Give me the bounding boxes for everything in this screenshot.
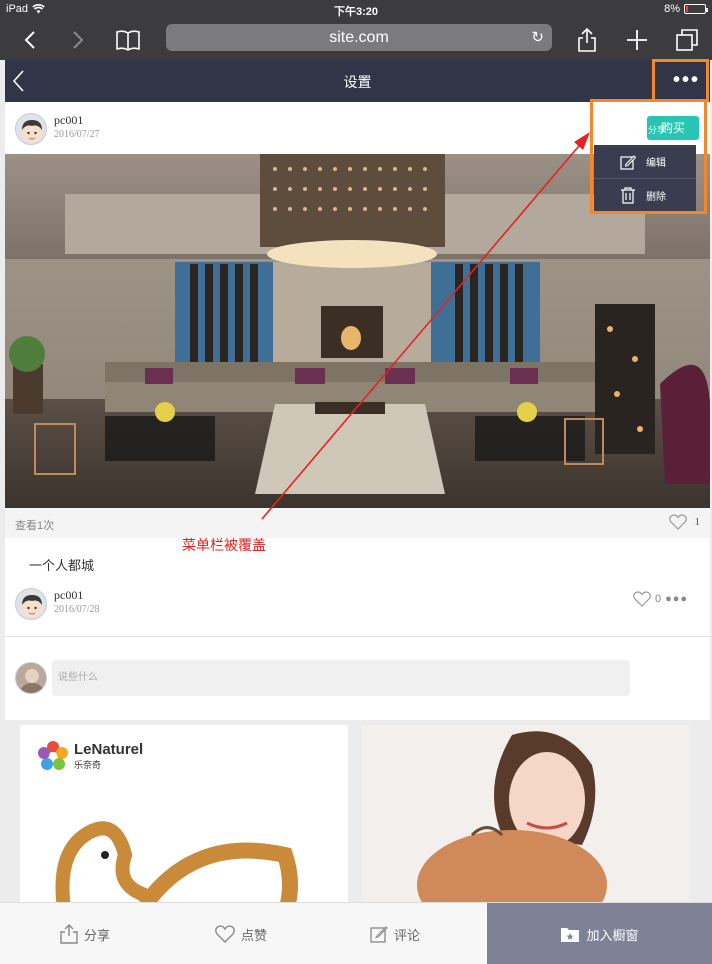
brand-name: LeNaturel [74,741,144,758]
address-bar[interactable]: site.com ↻ [166,24,552,51]
browser-back-button[interactable] [18,26,42,54]
chevron-left-icon [24,31,35,49]
divider [5,636,710,637]
share-label: 分享 [83,927,110,943]
comment-like-count: 0 [654,593,662,605]
recommend-card-2[interactable] [362,725,690,905]
my-avatar [15,662,47,694]
chevron-right-icon [73,31,84,49]
clock: 下午3:20 [333,6,379,18]
folder-star-icon [561,928,580,942]
comment-label: 评论 [393,927,420,943]
post-caption: 一个人都城 [29,558,95,573]
tabs-button[interactable] [674,26,700,54]
share-icon [60,924,78,944]
share-browser-button[interactable] [574,26,600,54]
app-header: 设置 ••• [5,60,710,102]
profile-photo-icon [19,669,45,693]
user-avatar-icon [22,120,42,142]
heart-icon[interactable] [668,514,687,530]
comment-button[interactable]: 评论 [350,903,440,964]
model-photo-image [362,725,690,905]
recommend-card-1[interactable]: LeNaturel 乐奈奇 [20,725,348,905]
book-icon [116,30,140,51]
url-text: site.com [329,29,389,46]
heart-icon [215,925,235,943]
like-label: 点赞 [240,927,267,943]
highlight-box-more [652,59,709,102]
wicker-basket-image [55,821,298,905]
comment-placeholder: 说些什么 [58,672,98,683]
share-button[interactable]: 分享 [40,903,130,964]
comment-more-icon[interactable]: ●●● [665,593,688,605]
comment-username[interactable]: pc001 [54,588,83,603]
avatar[interactable] [15,113,47,145]
battery-percent: 8% [664,3,680,15]
highlight-box-menu [590,99,707,214]
status-bar: iPad 下午3:20 8% [0,0,712,20]
view-count: 查看1次 [15,520,55,532]
add-window-label: 加入橱窗 [586,927,639,943]
post-stats-row: 查看1次 1 [5,508,710,538]
comment-date: 2016/07/28 [54,604,100,615]
add-to-window-button[interactable]: 加入橱窗 [487,903,712,964]
share-icon [578,27,596,52]
like-button[interactable]: 点赞 [196,903,286,964]
bottom-toolbar: 分享 点赞 评论 加入橱窗 [0,902,712,964]
battery-icon [684,4,708,14]
plus-icon [627,30,647,50]
bookmarks-button[interactable] [114,26,142,54]
comment-avatar[interactable] [15,588,47,620]
comment-input[interactable]: 说些什么 [52,660,630,696]
post-username[interactable]: pc001 [54,113,83,128]
comment-actions: 0 ●●● [633,591,688,607]
page-title: 设置 [343,74,372,90]
tabs-icon [676,29,698,51]
edit-icon [370,926,388,943]
flower-logo-icon [38,741,68,770]
user-avatar-icon [22,595,42,617]
reload-icon[interactable]: ↻ [531,24,544,51]
post-date: 2016/07/27 [54,129,100,140]
brand-name-cn: 乐奈奇 [74,760,102,770]
annotation-label: 菜单栏被覆盖 [182,537,266,553]
brand-logo: LeNaturel 乐奈奇 [36,739,143,773]
new-tab-button[interactable] [624,26,650,54]
like-count: 1 [694,516,701,528]
post-likes: 1 [668,514,701,530]
heart-icon[interactable] [633,591,651,607]
browser-toolbar: site.com ↻ [0,20,712,60]
browser-forward-button[interactable] [66,26,90,54]
